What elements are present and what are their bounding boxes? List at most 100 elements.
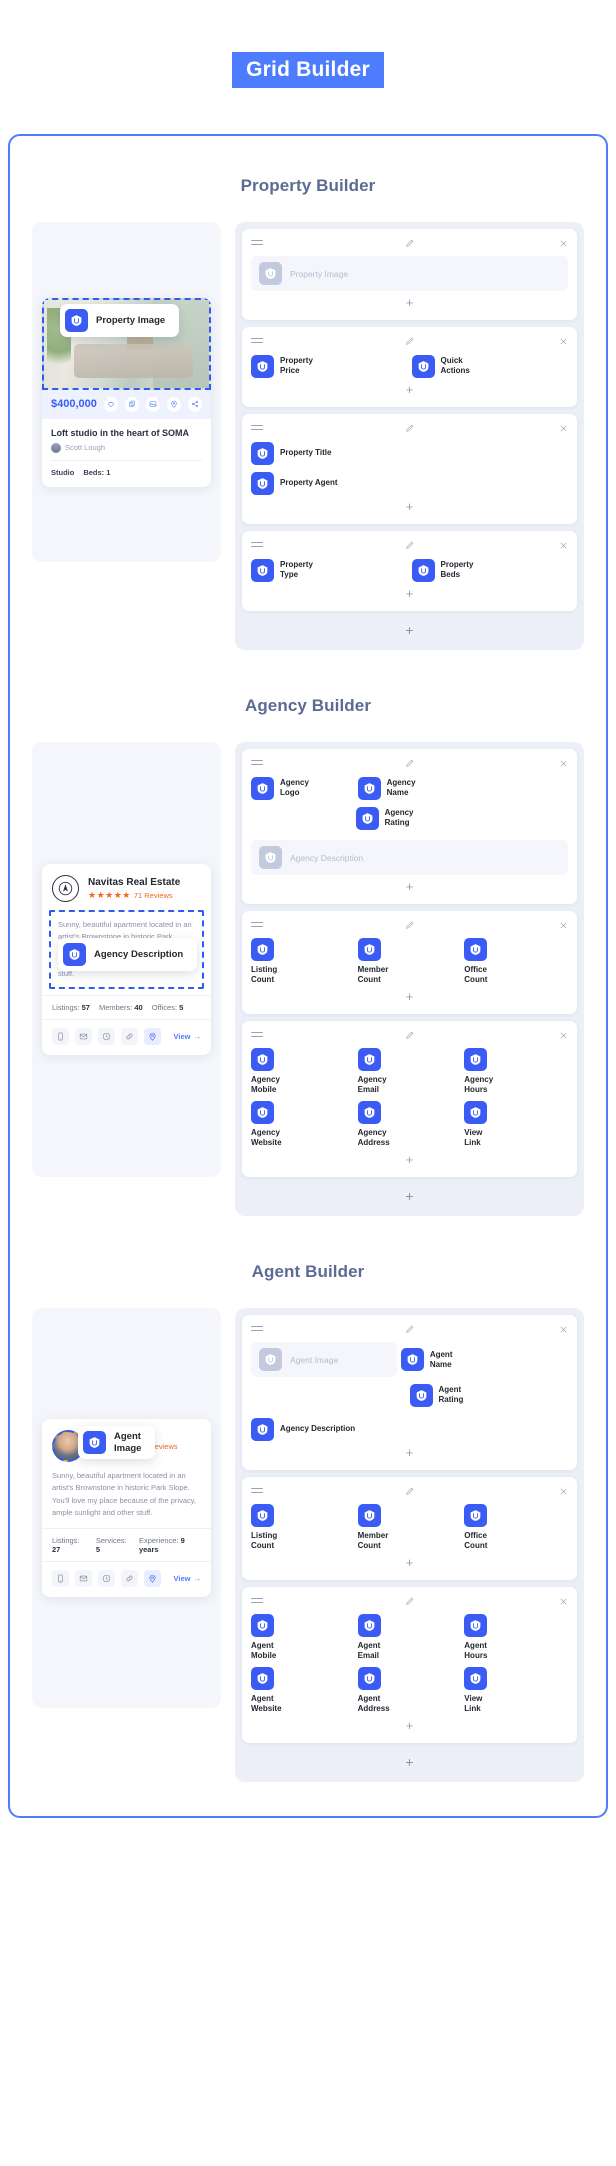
compare-icon[interactable]: [124, 396, 139, 412]
add-group-button[interactable]: +: [242, 618, 577, 646]
builder-item-view-link[interactable]: View Link: [464, 1101, 567, 1148]
property-image-tag[interactable]: Property Image: [60, 304, 180, 338]
builder-item-member-count[interactable]: Member Count: [357, 938, 461, 985]
builder-group[interactable]: Agent Image Agent Name Agent Rating Agen…: [242, 1315, 577, 1471]
drag-handle-icon[interactable]: [251, 759, 263, 768]
builder-item-agent-hours[interactable]: Agent Hours: [464, 1614, 567, 1661]
drag-handle-icon[interactable]: [251, 921, 263, 930]
builder-item-agency-email[interactable]: Agency Email: [357, 1048, 461, 1095]
clock-icon[interactable]: [98, 1027, 115, 1045]
pencil-icon[interactable]: [405, 1321, 415, 1339]
email-icon[interactable]: [75, 1569, 92, 1587]
close-icon[interactable]: [559, 420, 568, 438]
builder-item-quick-actions[interactable]: Quick Actions: [411, 354, 569, 378]
builder-group[interactable]: Listing Count Member Count Office Count …: [242, 1477, 577, 1581]
builder-item-placeholder[interactable]: Property Image: [251, 256, 568, 292]
builder-item-placeholder[interactable]: Agency Description: [251, 840, 568, 876]
share-icon[interactable]: [187, 396, 202, 412]
pencil-icon[interactable]: [405, 537, 415, 555]
close-icon[interactable]: [559, 1593, 568, 1611]
builder-item-property-agent[interactable]: Property Agent: [251, 471, 568, 495]
add-item-button[interactable]: +: [251, 1148, 568, 1173]
builder-group[interactable]: Property Image +: [242, 229, 577, 321]
pencil-icon[interactable]: [405, 333, 415, 351]
builder-item-agent-email[interactable]: Agent Email: [357, 1614, 461, 1661]
builder-item-agent-website[interactable]: Agent Website: [251, 1667, 354, 1714]
builder-group[interactable]: Agency Logo Agency Name Agency Rating Ag…: [242, 749, 577, 905]
gallery-icon[interactable]: [145, 396, 160, 412]
drag-handle-icon[interactable]: [251, 1325, 263, 1334]
builder-item-property-beds[interactable]: Property Beds: [411, 558, 569, 582]
drag-handle-icon[interactable]: [251, 337, 263, 346]
pencil-icon[interactable]: [405, 1027, 415, 1045]
close-icon[interactable]: [559, 1483, 568, 1501]
builder-group[interactable]: Agency Mobile Agency Email Agency Hours: [242, 1021, 577, 1178]
builder-item-agent-rating[interactable]: Agent Rating: [251, 1383, 568, 1407]
builder-group[interactable]: Agent Mobile Agent Email Agent Hours Age…: [242, 1587, 577, 1744]
close-icon[interactable]: [559, 537, 568, 555]
link-icon[interactable]: [121, 1569, 138, 1587]
builder-item-property-type[interactable]: Property Type: [251, 558, 408, 582]
phone-icon[interactable]: [52, 1569, 69, 1587]
close-icon[interactable]: [559, 917, 568, 935]
map-pin-icon[interactable]: [166, 396, 181, 412]
builder-item-agent-mobile[interactable]: Agent Mobile: [251, 1614, 354, 1661]
pencil-icon[interactable]: [405, 420, 415, 438]
builder-item-agent-name[interactable]: Agent Name: [400, 1342, 560, 1377]
drag-handle-icon[interactable]: [251, 1031, 263, 1040]
drag-handle-icon[interactable]: [251, 424, 263, 433]
add-item-button[interactable]: +: [251, 1551, 568, 1576]
email-icon[interactable]: [75, 1027, 92, 1045]
add-item-button[interactable]: +: [251, 291, 568, 316]
phone-icon[interactable]: [52, 1027, 69, 1045]
builder-item-member-count[interactable]: Member Count: [357, 1504, 461, 1551]
builder-item-listing-count[interactable]: Listing Count: [251, 938, 354, 985]
builder-item-agent-address[interactable]: Agent Address: [357, 1667, 461, 1714]
builder-item-agency-name[interactable]: Agency Name: [357, 776, 461, 800]
add-item-button[interactable]: +: [251, 378, 568, 403]
pencil-icon[interactable]: [405, 1483, 415, 1501]
pencil-icon[interactable]: [405, 755, 415, 773]
pencil-icon[interactable]: [405, 1593, 415, 1611]
add-item-button[interactable]: +: [251, 495, 568, 520]
builder-item-agency-logo[interactable]: Agency Logo: [251, 776, 354, 800]
view-link[interactable]: View →: [174, 1032, 201, 1041]
builder-item-property-price[interactable]: Property Price: [251, 354, 408, 378]
pencil-icon[interactable]: [405, 917, 415, 935]
drag-handle-icon[interactable]: [251, 541, 263, 550]
map-pin-icon[interactable]: [144, 1027, 161, 1045]
drag-handle-icon[interactable]: [251, 1597, 263, 1606]
add-item-button[interactable]: +: [251, 1441, 568, 1466]
add-item-button[interactable]: +: [251, 985, 568, 1010]
link-icon[interactable]: [121, 1027, 138, 1045]
add-group-button[interactable]: +: [242, 1184, 577, 1212]
drag-handle-icon[interactable]: [251, 1487, 263, 1496]
close-icon[interactable]: [559, 235, 568, 253]
builder-group[interactable]: Property Price Quick Actions +: [242, 327, 577, 408]
builder-item-view-link[interactable]: View Link: [464, 1667, 567, 1714]
map-pin-icon[interactable]: [144, 1569, 161, 1587]
builder-item-agency-mobile[interactable]: Agency Mobile: [251, 1048, 354, 1095]
builder-item-agency-address[interactable]: Agency Address: [357, 1101, 461, 1148]
builder-group[interactable]: Property Type Property Beds +: [242, 531, 577, 612]
agency-description-tag[interactable]: Agency Description: [58, 938, 198, 972]
builder-group[interactable]: Listing Count Member Count Office Count …: [242, 911, 577, 1015]
add-item-button[interactable]: +: [251, 582, 568, 607]
builder-item-agency-website[interactable]: Agency Website: [251, 1101, 354, 1148]
agent-image-tag[interactable]: Agent Image: [78, 1426, 156, 1460]
builder-group[interactable]: Property Title Property Agent +: [242, 414, 577, 525]
close-icon[interactable]: [559, 333, 568, 351]
drag-handle-icon[interactable]: [251, 239, 263, 248]
pencil-icon[interactable]: [405, 235, 415, 253]
builder-item-agency-description[interactable]: Agency Description: [251, 1417, 568, 1441]
builder-item-office-count[interactable]: Office Count: [464, 1504, 567, 1551]
clock-icon[interactable]: [98, 1569, 115, 1587]
builder-item-agency-hours[interactable]: Agency Hours: [464, 1048, 567, 1095]
builder-item-property-title[interactable]: Property Title: [251, 441, 568, 465]
close-icon[interactable]: [559, 1027, 568, 1045]
favorite-icon[interactable]: [103, 396, 118, 412]
view-link[interactable]: View →: [174, 1574, 201, 1583]
builder-item-office-count[interactable]: Office Count: [464, 938, 567, 985]
close-icon[interactable]: [559, 1321, 568, 1339]
add-item-button[interactable]: +: [251, 1714, 568, 1739]
